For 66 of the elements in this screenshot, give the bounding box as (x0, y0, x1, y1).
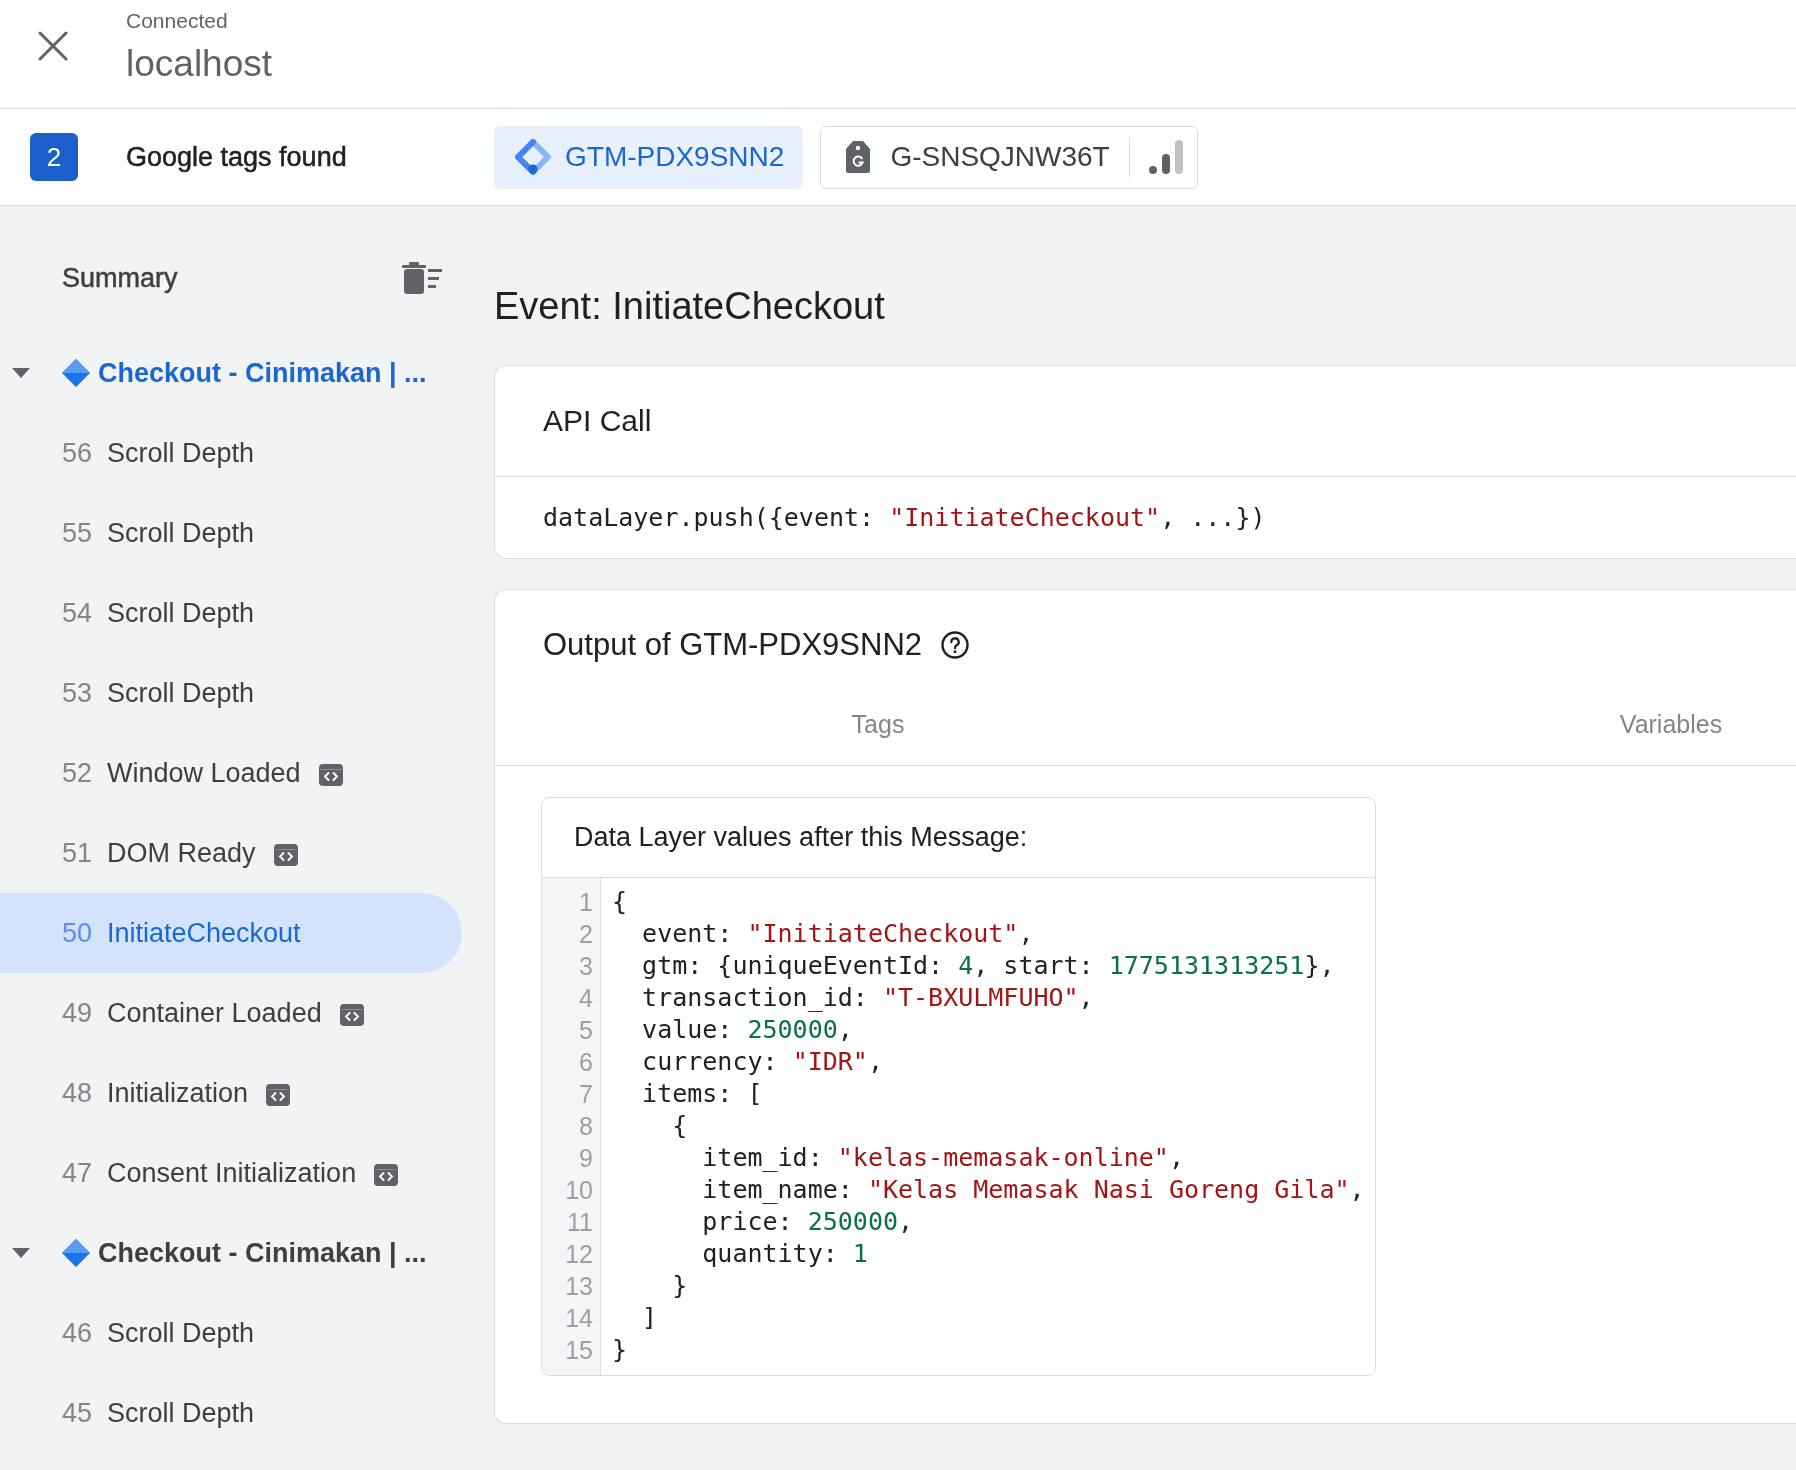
line-number: 2 (579, 919, 593, 950)
code-line: } (612, 1334, 628, 1366)
card-title: API Call (543, 404, 652, 438)
connection-status: Connected (126, 8, 229, 34)
code-line: event: "InitiateCheckout", (641, 918, 1034, 950)
event-item[interactable]: 52 Window Loaded (0, 733, 462, 813)
event-item[interactable]: 45 Scroll Depth (0, 1373, 462, 1453)
count-badge: 2 (30, 133, 78, 181)
tab[interactable]: Tags (827, 700, 929, 765)
code-line: item_id: "kelas-memasak-online", (701, 1142, 1184, 1174)
bar-chart-icon (1148, 139, 1183, 175)
event-item[interactable]: 50 InitiateCheckout (0, 893, 462, 973)
code-line: { (671, 1110, 688, 1142)
event-item[interactable]: 54 Scroll Depth (0, 573, 462, 653)
line-number: 9 (579, 1143, 593, 1174)
page-group[interactable]: Checkout - Cinimakan | ... (0, 1213, 462, 1293)
card-title: Output of GTM-PDX9SNN2 (543, 627, 922, 663)
panel-title: Data Layer values after this Message: (574, 822, 1028, 853)
event-item[interactable]: 46 Scroll Depth (0, 1293, 462, 1373)
tag-icon (845, 140, 872, 174)
code-line: ] (641, 1302, 658, 1334)
tag-chip[interactable]: G-SNSQJNW36T (820, 125, 1198, 189)
event-item[interactable]: 47 Consent Initialization (0, 1133, 462, 1213)
event-item[interactable]: 55 Scroll Depth (0, 493, 462, 573)
line-number: 15 (565, 1335, 593, 1366)
diamond-icon (62, 359, 90, 387)
tags-found-label: Google tags found (126, 141, 347, 173)
code-line: dataLayer.push({event: "InitiateCheckout", ...}) (543, 503, 1266, 532)
trash-icon[interactable] (402, 262, 442, 294)
line-number: 7 (579, 1079, 593, 1110)
line-number: 6 (579, 1047, 593, 1078)
close-icon (38, 31, 68, 61)
tab[interactable]: Variables (1595, 700, 1747, 765)
event-item[interactable]: 56 Scroll Depth (0, 413, 462, 493)
event-item[interactable]: 49 Container Loaded (0, 973, 462, 1053)
code-line: gtm: {uniqueEventId: 4, start: 1775131313251}, (641, 950, 1335, 982)
line-number: 3 (579, 951, 593, 982)
page-group[interactable]: Checkout - Cinimakan | ... (0, 333, 462, 413)
diamond-logo-icon (515, 139, 551, 175)
line-number: 12 (565, 1239, 593, 1270)
event-item[interactable]: 53 Scroll Depth (0, 653, 462, 733)
event-item[interactable]: 48 Initialization (0, 1053, 462, 1133)
code-line: price: 250000, (701, 1206, 914, 1238)
summary-item[interactable]: Summary (62, 262, 178, 294)
code-line: value: 250000, (641, 1014, 853, 1046)
line-number: 13 (565, 1271, 593, 1302)
line-number: 10 (565, 1175, 593, 1206)
line-number: 8 (579, 1111, 593, 1142)
line-number: 1 (579, 887, 593, 918)
code-line: item_name: "Kelas Memasak Nasi Goreng Gila", (701, 1174, 1365, 1206)
code-line: currency: "IDR", (641, 1046, 883, 1078)
line-number: 11 (567, 1207, 593, 1238)
line-number: 14 (565, 1303, 593, 1334)
code-line: { (612, 886, 628, 918)
code-line: } (671, 1270, 688, 1302)
tag-chip[interactable]: GTM-PDX9SNN2 (494, 125, 804, 189)
code-line: transaction_id: "T-BXULMFUHO", (641, 982, 1094, 1014)
line-number: 4 (579, 983, 593, 1014)
diamond-icon (62, 1239, 90, 1267)
event-item[interactable]: 51 DOM Ready (0, 813, 462, 893)
code-line: quantity: 1 (701, 1238, 868, 1270)
event-title: Event: InitiateCheckout (494, 285, 885, 327)
help-icon[interactable] (941, 631, 969, 659)
host-name: localhost (126, 42, 273, 86)
line-number: 5 (579, 1015, 593, 1046)
code-line: items: [ (641, 1078, 763, 1110)
